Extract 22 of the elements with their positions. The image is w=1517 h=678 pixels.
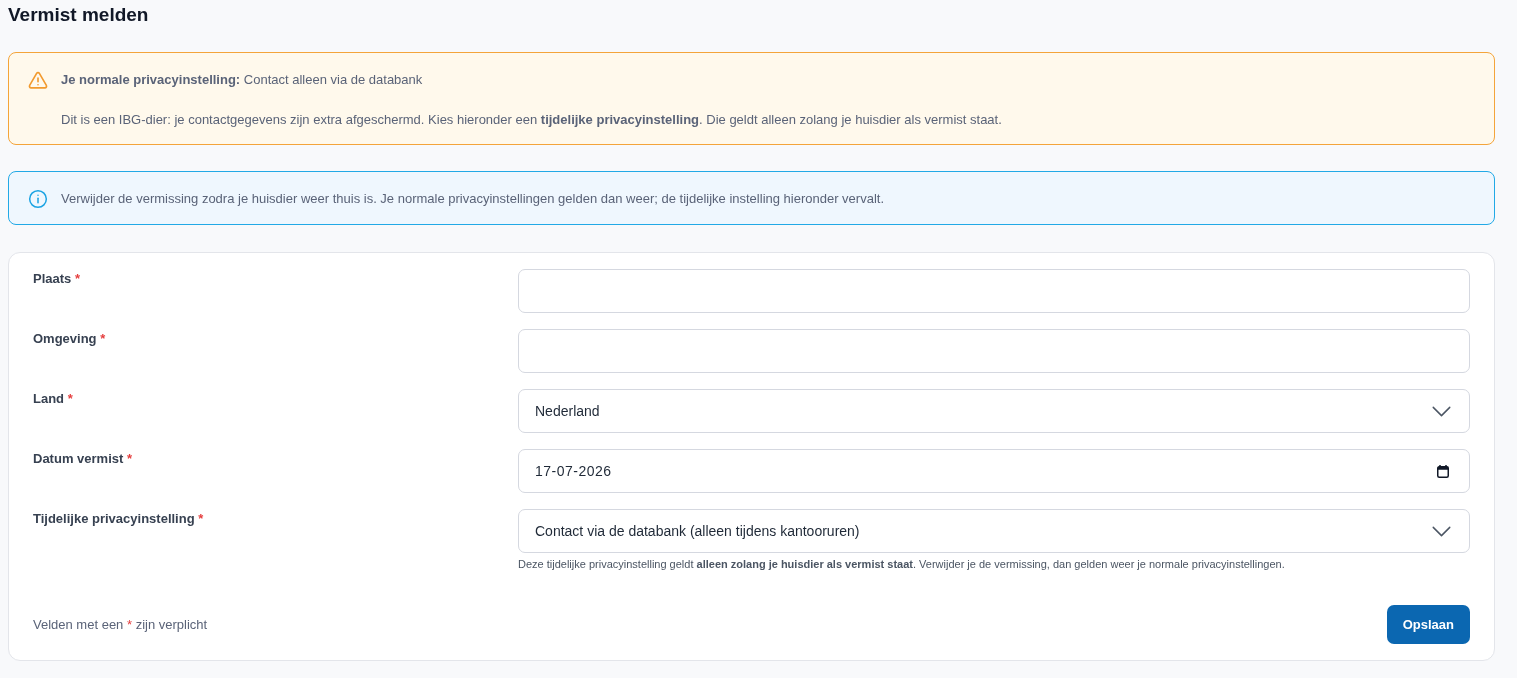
field-label: Datum vermist *: [33, 450, 132, 468]
chevron-down-icon: [1432, 405, 1451, 417]
field-label: Tijdelijke privacyinstelling *: [33, 510, 204, 528]
text-input-field[interactable]: [518, 269, 1470, 313]
alert-text: Je normale privacyinstelling: Contact alleen via de databank: [61, 71, 424, 89]
page-title: Vermist melden: [8, 3, 149, 27]
field-label: Land *: [33, 390, 73, 408]
date-field[interactable]: 17-07-2026: [518, 449, 1470, 493]
save-button[interactable]: Opslaan: [1386, 605, 1470, 644]
field-label: Plaats *: [33, 270, 80, 288]
text-input-field[interactable]: [518, 329, 1470, 373]
chevron-down-icon: [1432, 525, 1451, 537]
field-label: Omgeving *: [33, 330, 106, 348]
info-icon: [28, 189, 48, 209]
help-text: Deze tijdelijke privacyinstelling geldt alleen zolang je huisdier als vermist staat. Verwijder je de vermissing, dan gelden weer je normale privacyinstellingen.: [518, 557, 1286, 571]
required-note: Velden met een * zijn verplicht: [33, 615, 208, 634]
warning-triangle-icon: [28, 71, 48, 89]
select-field[interactable]: Nederland: [518, 389, 1470, 433]
select-field[interactable]: Contact via de databank (alleen tijdens kantooruren): [518, 509, 1470, 553]
alert-text: Verwijder de vermissing zodra je huisdier weer thuis is. Je normale privacyinstellingen gelden dan weer; de tijdelijke instelling hieronder vervalt.: [61, 190, 885, 208]
alert-text: Dit is een IBG-dier: je contactgegevens zijn extra afgeschermd. Kies hieronder een tijdelijke privacyinstelling. Die geldt alleen zolang je huisdier als vermist staat.: [61, 111, 1002, 129]
calendar-icon[interactable]: [1437, 464, 1449, 478]
